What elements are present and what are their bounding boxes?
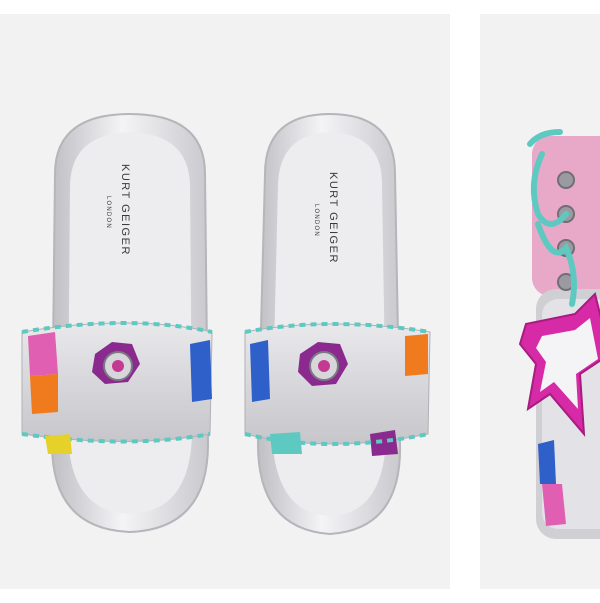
left-slide: KURT GEIGER LONDON xyxy=(21,112,213,534)
right-slide: KURT GEIGER LONDON xyxy=(244,112,431,536)
left-brand-text: KURT GEIGER xyxy=(119,164,131,256)
slides-image: KURT GEIGER LONDON KURT GEIGER LONDON xyxy=(21,112,431,536)
sneaker-image xyxy=(518,129,600,539)
left-brand-sub: LONDON xyxy=(105,196,111,229)
right-brand-sub: LONDON xyxy=(313,204,319,237)
product-card-slides[interactable]: KURT GEIGER LONDON KURT GEIGER LONDON xyxy=(0,14,450,589)
right-brand-text: KURT GEIGER xyxy=(327,172,339,264)
product-card-sneaker[interactable] xyxy=(480,14,600,589)
product-gallery: KURT GEIGER LONDON KURT GEIGER LONDON xyxy=(0,0,600,603)
